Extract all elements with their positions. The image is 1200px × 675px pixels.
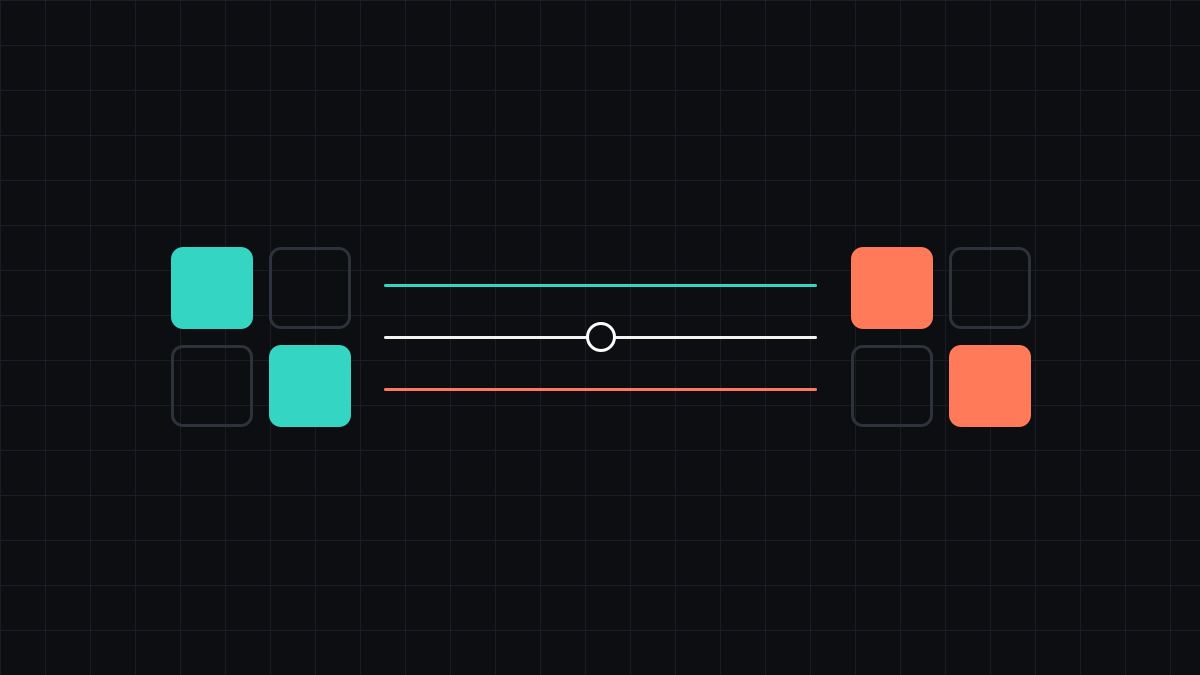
right-cell-top-right[interactable] (949, 247, 1031, 329)
circle-handle-icon[interactable] (585, 322, 616, 352)
bottom-accent-line (384, 388, 817, 391)
right-cell-top-left[interactable] (851, 247, 933, 329)
left-cell-bottom-left[interactable] (171, 345, 253, 427)
right-cell-bottom-left[interactable] (851, 345, 933, 427)
canvas (0, 0, 1200, 675)
left-cell-bottom-right[interactable] (269, 345, 351, 427)
left-cell-top-left[interactable] (171, 247, 253, 329)
top-accent-line (384, 284, 817, 287)
left-cell-top-right[interactable] (269, 247, 351, 329)
right-cell-bottom-right[interactable] (949, 345, 1031, 427)
